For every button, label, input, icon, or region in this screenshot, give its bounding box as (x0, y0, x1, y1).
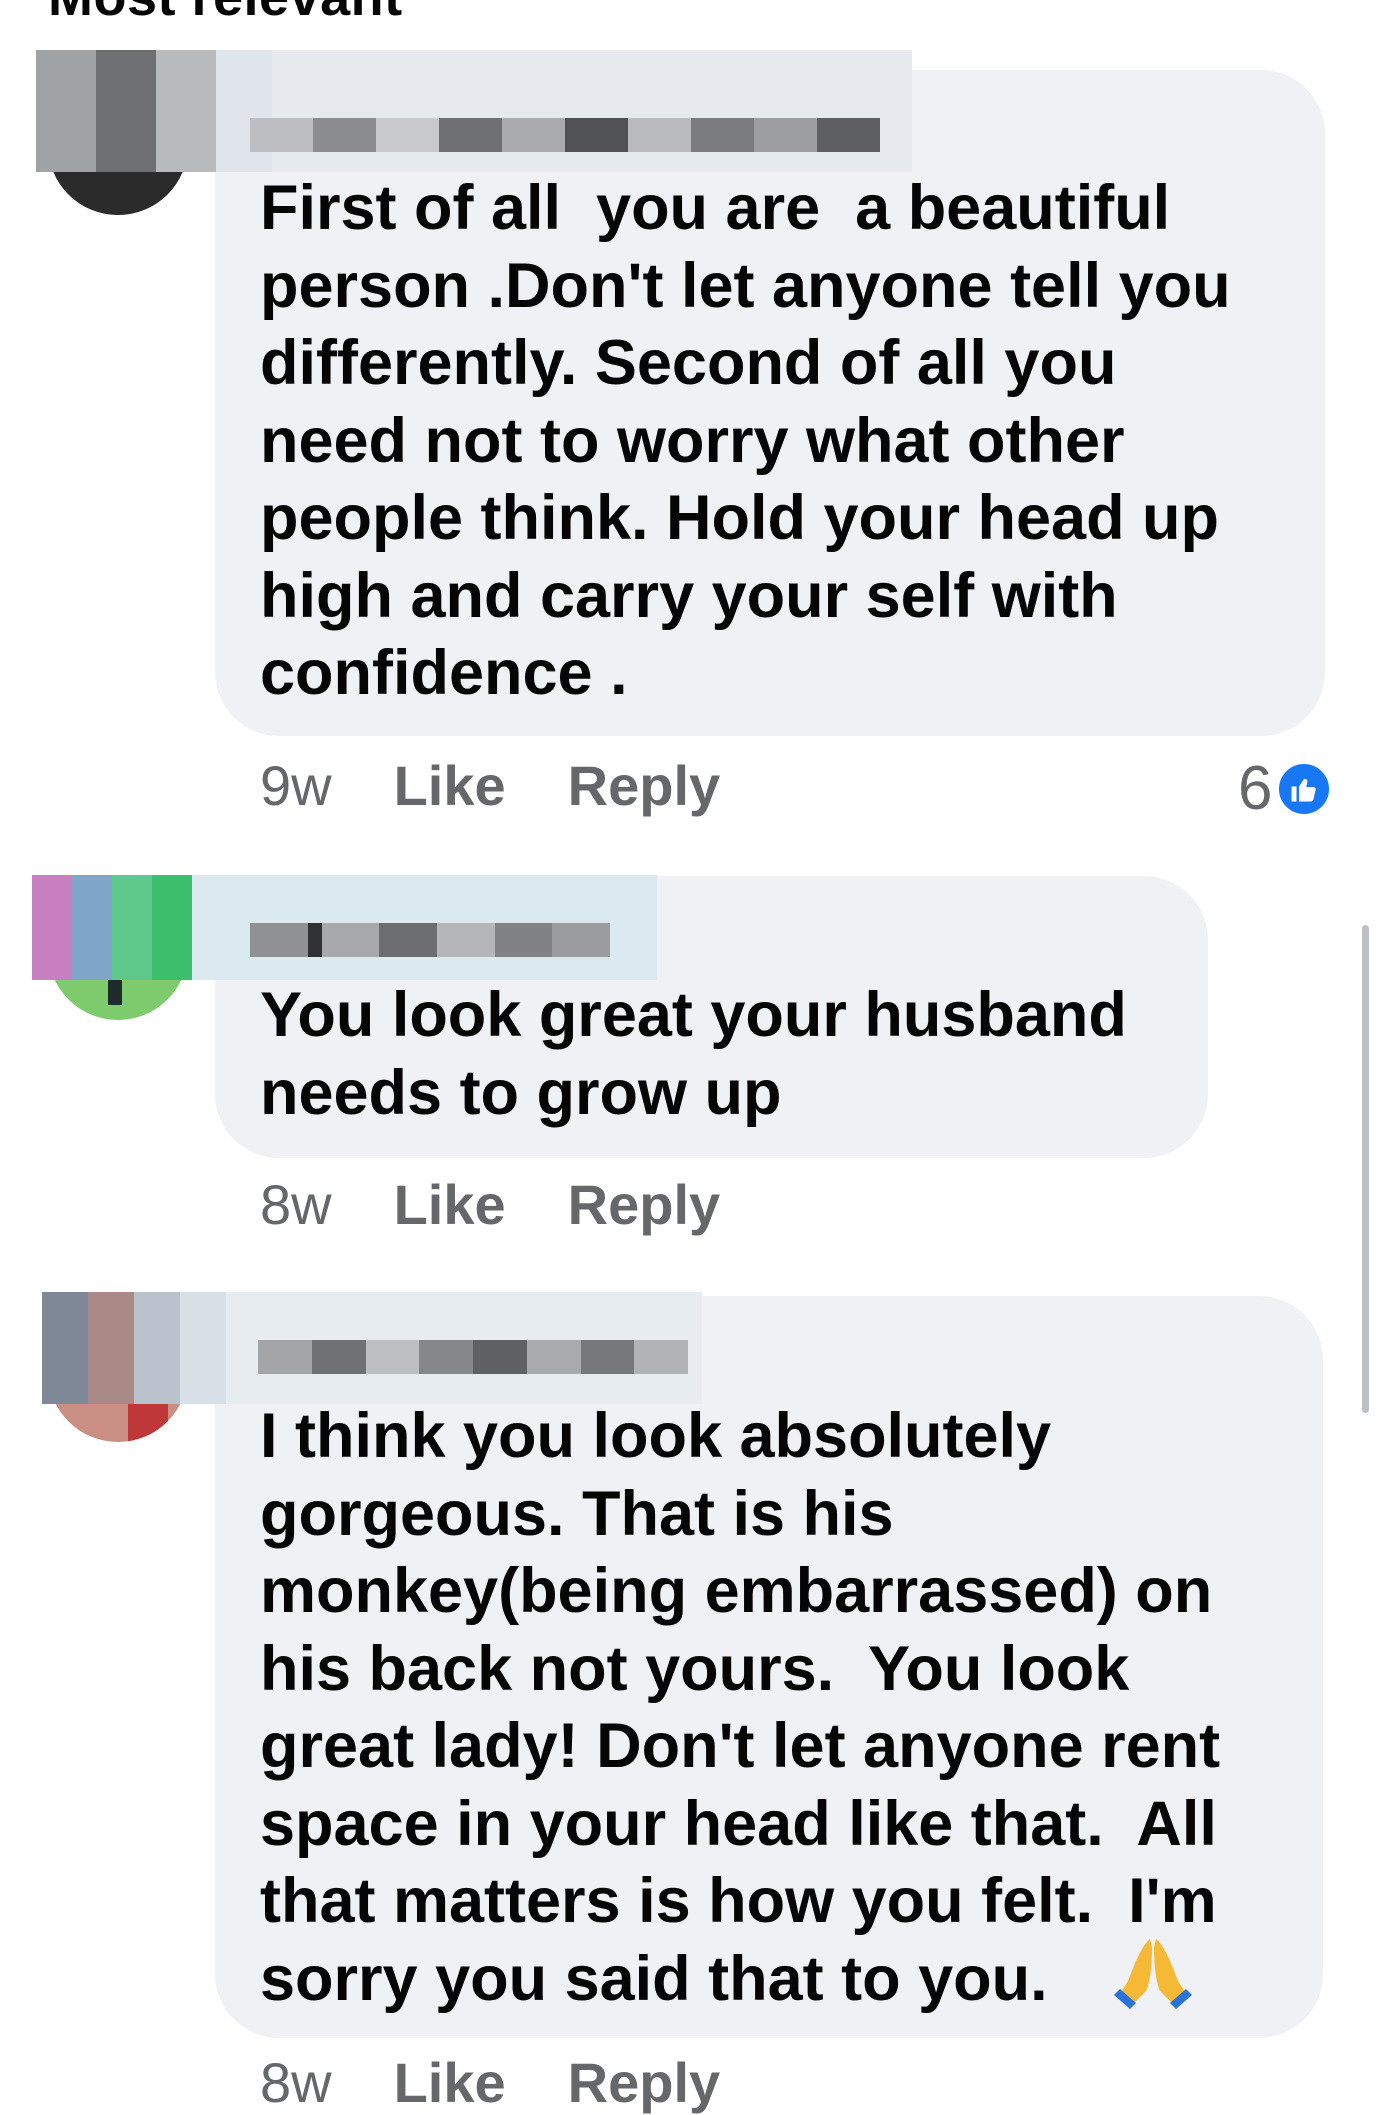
thumbs-up-icon (1274, 758, 1335, 819)
reply-button[interactable]: Reply (568, 753, 721, 818)
comment-text: I think you look absolutely gorgeous. Th… (260, 1401, 1221, 2014)
censored-username-overlay (36, 50, 912, 172)
comment-time: 8w (260, 2051, 332, 2114)
censored-username[interactable] (250, 118, 880, 152)
section-heading: Most relevant (48, 0, 403, 28)
comment-text: First of all you are a beautiful person … (260, 173, 1231, 708)
censored-username[interactable] (250, 923, 610, 957)
comment-time: 8w (260, 1173, 332, 1236)
folded-hands-emoji (1112, 1935, 1194, 2016)
scrollbar[interactable] (1362, 925, 1369, 1413)
reply-button[interactable]: Reply (568, 2050, 721, 2115)
comment-actions: 8w Like Reply (260, 1172, 720, 1237)
reaction-count: 6 (1238, 754, 1273, 823)
reply-button[interactable]: Reply (568, 1172, 721, 1237)
reaction-summary[interactable]: 6 (1238, 753, 1335, 824)
comment-time: 9w (260, 754, 332, 817)
like-button[interactable]: Like (394, 1172, 506, 1237)
comment-text: You look great your husband needs to gro… (260, 980, 1127, 1128)
comment-actions: 9w Like Reply (260, 753, 720, 818)
like-button[interactable]: Like (394, 2050, 506, 2115)
censored-username[interactable] (258, 1340, 688, 1374)
like-button[interactable]: Like (394, 753, 506, 818)
comment-actions: 8w Like Reply (260, 2050, 720, 2115)
